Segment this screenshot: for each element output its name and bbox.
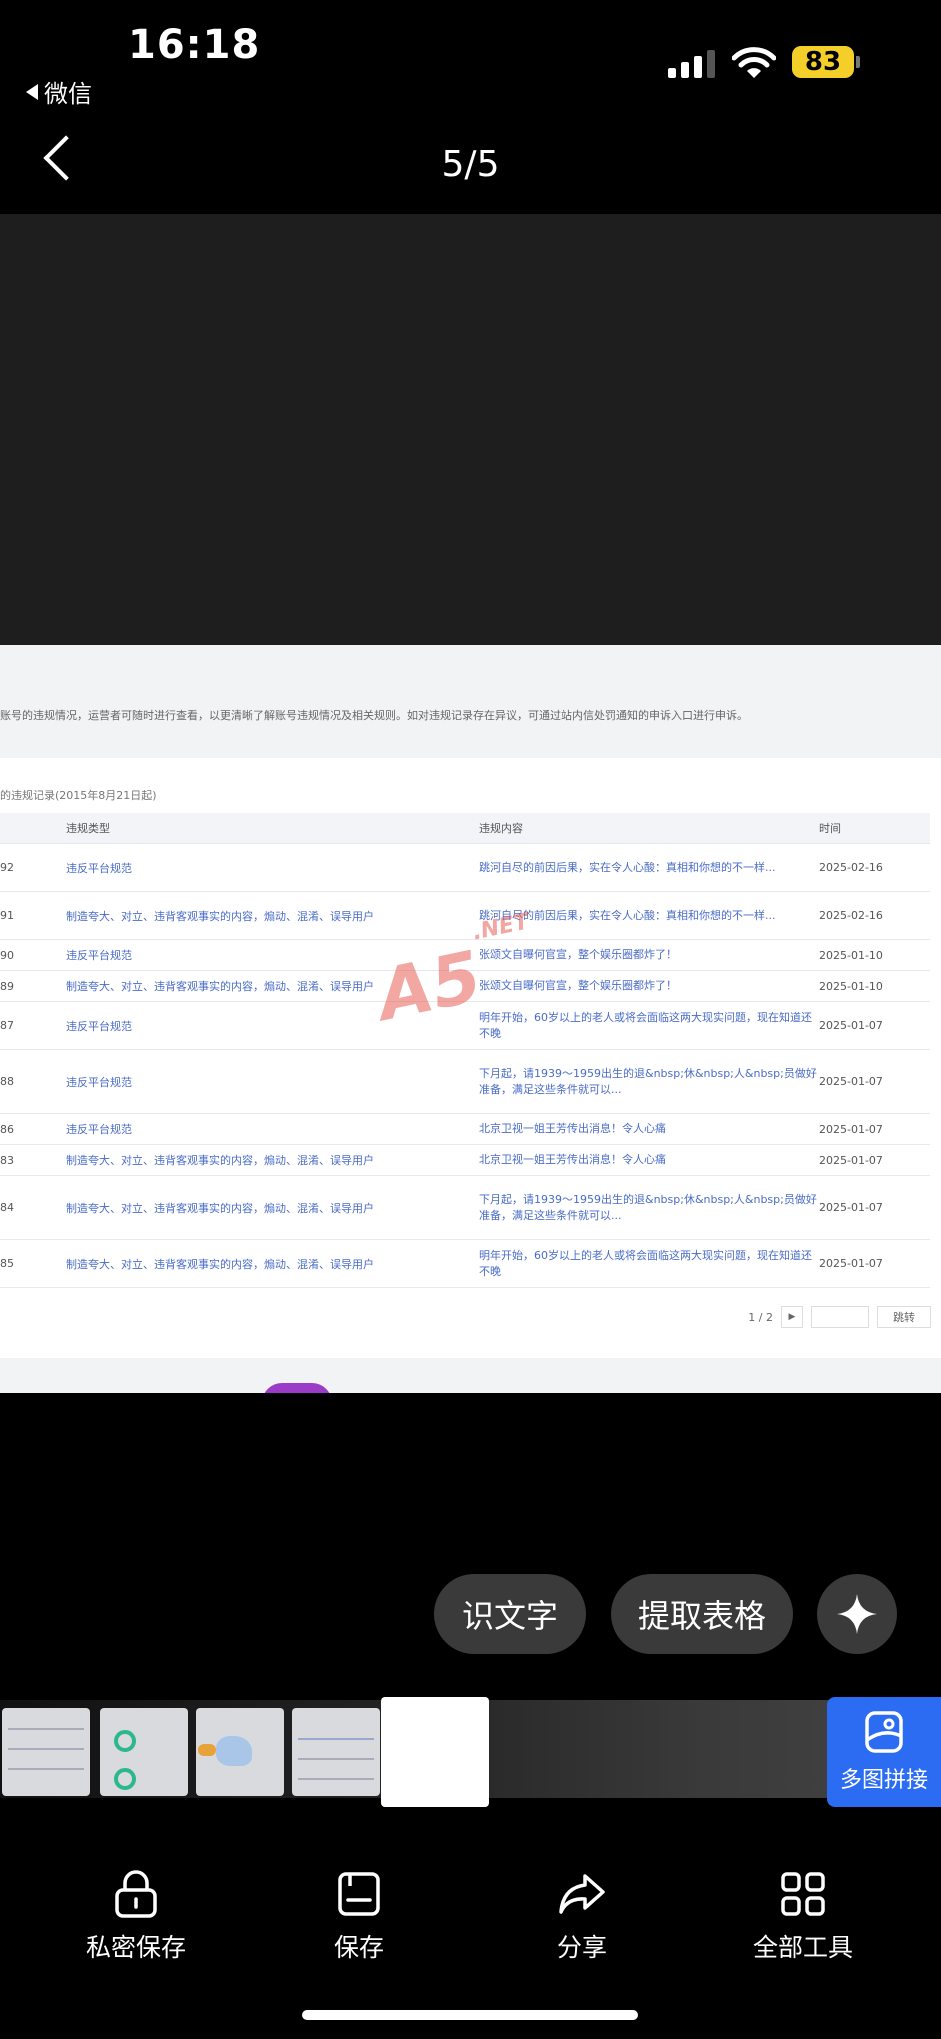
table-row: 92 违反平台规范 跳河自尽的前因后果，实在令人心酸：真相和你想的不一样... 202… (0, 843, 930, 892)
share-arrow-icon (559, 1874, 605, 1914)
document-image[interactable]: 账号的违规情况，运营者可随时进行查看，以更清晰了解账号违规情况及相关规则。如对违… (0, 645, 941, 1393)
save-button[interactable]: 保存 (269, 1870, 449, 1964)
home-indicator[interactable] (302, 2010, 638, 2020)
jump-button[interactable]: 跳转 (877, 1306, 931, 1328)
back-to-app[interactable]: 微信 (26, 74, 92, 109)
thumbnail-4[interactable] (292, 1708, 380, 1796)
doc-notice: 账号的违规情况，运营者可随时进行查看，以更清晰了解账号违规情况及相关规则。如对违… (0, 709, 748, 722)
col-content: 违规内容 (479, 813, 819, 844)
avatar-fragment (262, 1383, 332, 1393)
col-time: 时间 (819, 813, 930, 844)
col-id (0, 813, 66, 844)
page-input[interactable] (811, 1306, 869, 1328)
table-row: 91 制造夸大、对立、违背客观事实的内容，煽动、混淆、误导用户 跳河自尽的前因后果，… (0, 891, 930, 940)
status-time: 16:18 (128, 22, 261, 68)
col-type: 违规类型 (66, 813, 479, 844)
private-save-label: 私密保存 (85, 1933, 186, 1962)
table-row: 84 制造夸大、对立、违背客观事实的内容，煽动、混淆、误导用户 下月起，请1939～… (0, 1175, 930, 1240)
thumbnail-2[interactable] (100, 1708, 188, 1796)
page-indicator: 1 / 2 (748, 1310, 773, 1324)
table-row: 85 制造夸大、对立、违背客观事实的内容，煽动、混淆、误导用户 明年开始，60岁以上… (0, 1239, 930, 1288)
share-button[interactable]: 分享 (492, 1870, 672, 1964)
back-app-label: 微信 (44, 80, 92, 108)
table-row: 88 违反平台规范 下月起，请1939～1959出生的退&nbsp;休&nbsp;人… (0, 1049, 930, 1114)
thumbnail-3[interactable] (196, 1708, 284, 1796)
battery-icon: 83 (792, 46, 854, 78)
page-counter: 5/5 (441, 144, 500, 185)
pagination: 1 / 2 ▶ 跳转 (748, 1306, 931, 1328)
violation-table: 违规类型 违规内容 时间 92 违反平台规范 跳河自尽的前因后果，实在令人心酸：真相… (0, 813, 930, 1288)
save-disk-icon (338, 1872, 380, 1916)
sparkle-icon (837, 1594, 877, 1634)
stitch-label: 多图拼接 (839, 1768, 928, 1793)
thumbnail-1[interactable] (2, 1708, 90, 1796)
lock-icon (115, 1870, 157, 1918)
back-triangle-icon (26, 83, 38, 100)
doc-section-title: 的违规记录(2015年8月21日起) (0, 789, 157, 802)
all-tools-label: 全部工具 (752, 1933, 853, 1962)
grid-icon (781, 1872, 825, 1916)
table-row: 83 制造夸大、对立、违背客观事实的内容，煽动、混淆、误导用户 北京卫视一姐王芳传出… (0, 1144, 930, 1176)
image-top-area (0, 214, 941, 645)
all-tools-button[interactable]: 全部工具 (713, 1870, 893, 1964)
ai-sparkle-button[interactable] (817, 1574, 897, 1654)
save-label: 保存 (333, 1933, 384, 1962)
signal-icon (668, 50, 715, 78)
wifi-icon (732, 47, 776, 78)
stitch-icon (865, 1711, 903, 1753)
ocr-button[interactable]: 识文字 (434, 1574, 586, 1654)
private-save-button[interactable]: 私密保存 (46, 1870, 226, 1964)
battery-cap (856, 56, 860, 68)
multi-image-stitch-button[interactable]: 多图拼接 (827, 1697, 941, 1807)
extract-table-button[interactable]: 提取表格 (611, 1574, 793, 1654)
share-label: 分享 (556, 1933, 607, 1962)
thumbnail-5-active[interactable] (381, 1697, 489, 1807)
next-page-icon[interactable]: ▶ (781, 1306, 803, 1328)
table-row: 86 违反平台规范 北京卫视一姐王芳传出消息！令人心痛 2025-01-07 (0, 1113, 930, 1145)
